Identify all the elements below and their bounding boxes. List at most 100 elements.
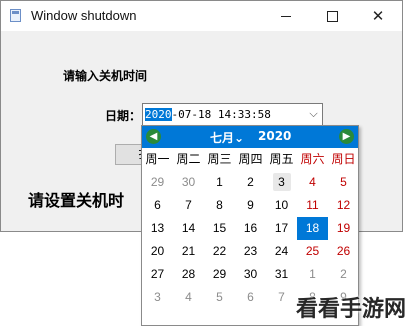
calendar-day[interactable]: 22 [204,240,235,263]
calendar-day[interactable]: 14 [173,217,204,240]
calendar-day-label: 12 [336,198,351,212]
calendar-day[interactable]: 7 [266,286,297,309]
date-time-value[interactable]: 2020-07-18 14:33:58 [145,108,271,121]
calendar-day[interactable]: 3 [142,286,173,309]
calendar-day-label: 3 [154,290,161,304]
calendar-day[interactable]: 2 [328,263,358,286]
calendar-day-label: 17 [274,221,289,235]
minimize-icon [281,16,291,17]
calendar-day-label: 2 [340,267,347,281]
calendar-day-label: 4 [309,175,316,189]
calendar-day-label: 15 [212,221,227,235]
calendar-day[interactable]: 6 [142,194,173,217]
date-label: 日期： [105,109,142,123]
calendar-day[interactable]: 5 [328,171,358,194]
calendar-day[interactable]: 3 [266,171,297,194]
window-icon [10,9,21,22]
weekday-header: 周四 [238,152,263,166]
calendar-day-label: 24 [274,244,289,258]
calendar-day[interactable]: 24 [266,240,297,263]
next-month-icon[interactable]: ▶ [339,129,354,144]
calendar-day-label: 13 [150,221,165,235]
calendar-day-label: 23 [243,244,258,258]
dropdown-chevron-icon[interactable]: ⌵ [305,104,322,125]
calendar-day[interactable]: 6 [235,286,266,309]
calendar-day-label: 21 [181,244,196,258]
minimize-button[interactable] [263,1,309,31]
calendar-day[interactable]: 16 [235,217,266,240]
calendar-day[interactable]: 26 [328,240,358,263]
calendar-day-label: 16 [243,221,258,235]
calendar-day[interactable]: 31 [266,263,297,286]
calendar-day-label: 26 [336,244,351,258]
calendar-day-label: 10 [274,198,289,212]
calendar-day[interactable]: 11 [297,194,328,217]
calendar-day-label: 20 [150,244,165,258]
calendar-day[interactable]: 28 [173,263,204,286]
maximize-button[interactable] [309,1,355,31]
calendar-day-label: 18 [305,221,320,235]
calendar-day[interactable]: 8 [204,194,235,217]
calendar-day-label: 2 [247,175,254,189]
calendar-day-label: 5 [340,175,347,189]
calendar-month[interactable]: 七月⌄ [210,129,244,146]
weekday-header: 周三 [207,152,232,166]
title-bar[interactable]: Window shutdown ✕ [1,1,402,31]
calendar-year[interactable]: 2020 [258,129,291,143]
calendar-day[interactable]: 2 [235,171,266,194]
calendar-day[interactable]: 21 [173,240,204,263]
calendar-day-label: 9 [247,198,254,212]
calendar-day[interactable]: 29 [204,263,235,286]
calendar-day[interactable]: 5 [204,286,235,309]
weekday-header: 周六 [300,152,325,166]
calendar-day[interactable]: 12 [328,194,358,217]
maximize-icon [326,11,338,22]
calendar-day[interactable]: 17 [266,217,297,240]
calendar-month-label: 七月 [210,131,235,145]
calendar-day-label: 5 [216,290,223,304]
calendar-day-label: 7 [278,290,285,304]
calendar-day[interactable]: 20 [142,240,173,263]
calendar-day-label: 19 [336,221,351,235]
calendar-day-label: 4 [185,290,192,304]
weekday-header: 周五 [269,152,294,166]
close-button[interactable]: ✕ [355,1,401,31]
calendar-day-label: 6 [154,198,161,212]
date-year-segment[interactable]: 2020 [145,108,172,121]
window-title: Window shutdown [31,8,137,23]
calendar-day[interactable]: 25 [297,240,328,263]
calendar-day-label: 1 [309,267,316,281]
calendar-day[interactable]: 30 [173,171,204,194]
calendar-day[interactable]: 13 [142,217,173,240]
calendar-day[interactable]: 1 [204,171,235,194]
prev-month-icon[interactable]: ◀ [146,129,161,144]
calendar-day[interactable]: 29 [142,171,173,194]
calendar-day[interactable]: 10 [266,194,297,217]
calendar-day-label: 1 [216,175,223,189]
calendar-day[interactable]: 4 [297,171,328,194]
calendar-day-label: 8 [216,198,223,212]
date-time-picker[interactable]: 2020-07-18 14:33:58 ⌵ [142,103,323,126]
calendar-day[interactable]: 9 [235,194,266,217]
calendar-day-label: 25 [305,244,320,258]
calendar-day[interactable]: 27 [142,263,173,286]
calendar-day[interactable]: 15 [204,217,235,240]
calendar-day-label: 7 [185,198,192,212]
status-text: 请设置关机时 [28,191,125,210]
calendar-day[interactable]: 19 [328,217,358,240]
calendar-day[interactable]: 23 [235,240,266,263]
calendar-day[interactable]: 4 [173,286,204,309]
calendar-day-selected[interactable]: 18 [297,217,328,240]
date-rest-segment[interactable]: -07-18 14:33:58 [172,108,271,121]
calendar-day-label: 14 [181,221,196,235]
calendar-day[interactable]: 30 [235,263,266,286]
calendar-day-label: 31 [274,267,289,281]
calendar-day[interactable]: 7 [173,194,204,217]
close-icon: ✕ [371,7,385,25]
calendar-day-label: 30 [243,267,258,281]
calendar-grid: 周一 周二 周三 周四 周五 周六 周日 29 30 1 2 3 4 5 6 7 8 9 10 11 12 13 14 15 1… [142,148,358,309]
calendar-day[interactable]: 1 [297,263,328,286]
weekday-header: 周一 [145,152,170,166]
calendar-day-label: 11 [306,198,319,212]
calendar-day-label: 6 [247,290,254,304]
